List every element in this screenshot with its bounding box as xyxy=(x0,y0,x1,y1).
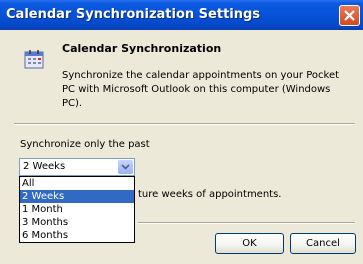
option-6-months[interactable]: 6 Months xyxy=(20,229,134,242)
option-2-weeks[interactable]: 2 Weeks xyxy=(20,190,134,203)
calendar-icon xyxy=(24,50,44,69)
sync-range-select[interactable]: 2 Weeks xyxy=(19,158,135,176)
cancel-button[interactable]: Cancel xyxy=(290,233,356,254)
section-description: Synchronize the calendar appointments on… xyxy=(62,70,340,109)
option-all[interactable]: All xyxy=(20,177,134,190)
dialog-title: Calendar Synchronization Settings xyxy=(6,7,261,22)
chevron-down-icon xyxy=(121,164,130,170)
close-button[interactable] xyxy=(339,5,360,26)
sync-range-dropdown-list: All 2 Weeks 1 Month 3 Months 6 Months xyxy=(19,176,135,243)
bottom-divider xyxy=(138,222,355,224)
sync-range-label: Synchronize only the past xyxy=(20,139,150,150)
ok-button[interactable]: OK xyxy=(215,233,284,254)
close-icon xyxy=(344,10,355,21)
dropdown-button[interactable] xyxy=(118,160,133,174)
divider xyxy=(14,123,355,125)
option-3-months[interactable]: 3 Months xyxy=(20,216,134,229)
title-bar[interactable]: Calendar Synchronization Settings xyxy=(0,0,363,30)
option-1-month[interactable]: 1 Month xyxy=(20,203,134,216)
select-value: 2 Weeks xyxy=(23,161,66,172)
future-weeks-text: ture weeks of appointments. xyxy=(138,189,282,200)
section-heading: Calendar Synchronization xyxy=(62,42,222,55)
settings-dialog: Calendar Synchronization Settings Calend… xyxy=(0,0,363,264)
